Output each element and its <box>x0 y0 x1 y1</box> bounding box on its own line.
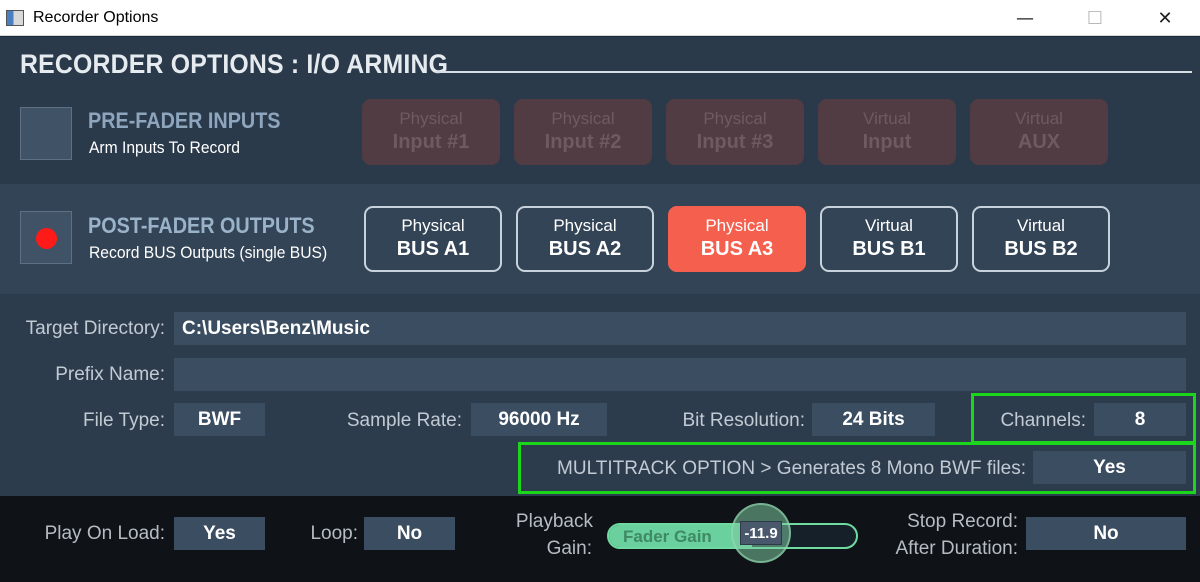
file-type-select[interactable]: BWF <box>174 403 265 436</box>
header-divider <box>436 71 1192 73</box>
button-type-label: Physical <box>401 216 465 235</box>
pre-fader-subtitle: Arm Inputs To Record <box>89 138 240 157</box>
input-physical-2-button[interactable]: Physical Input #2 <box>514 99 652 165</box>
loop-label: Loop: <box>310 523 358 544</box>
bus-a3-button[interactable]: Physical BUS A3 <box>668 206 806 272</box>
button-name-label: Input #2 <box>544 131 622 153</box>
maximize-button[interactable]: ☐ <box>1060 0 1130 36</box>
post-fader-arm-checkbox[interactable] <box>20 211 72 264</box>
stop-record-label-line1: Stop Record: <box>907 511 1018 532</box>
play-on-load-select[interactable]: Yes <box>174 517 265 550</box>
bus-a2-button[interactable]: Physical BUS A2 <box>516 206 654 272</box>
playback-gain-label-line1: Playback <box>515 511 593 532</box>
window-title: Recorder Options <box>33 8 159 26</box>
pre-fader-title: PRE-FADER INPUTS <box>88 108 281 133</box>
button-name-label: AUX <box>1017 131 1061 153</box>
bit-resolution-label: Bit Resolution: <box>682 410 805 431</box>
prefix-name-label: Prefix Name: <box>55 364 165 385</box>
bus-b1-button[interactable]: Virtual BUS B1 <box>820 206 958 272</box>
input-virtual-button[interactable]: Virtual Input <box>818 99 956 165</box>
input-physical-1-button[interactable]: Physical Input #1 <box>362 99 500 165</box>
app-icon <box>6 9 24 26</box>
button-name-label: Input <box>862 131 912 153</box>
button-type-label: Virtual <box>1015 109 1063 128</box>
fader-gain-text: Fader Gain <box>623 527 712 546</box>
button-type-label: Physical <box>399 109 463 128</box>
prefix-name-input[interactable] <box>174 358 1186 391</box>
button-name-label: BUS A1 <box>396 238 470 260</box>
bus-b2-button[interactable]: Virtual BUS B2 <box>972 206 1110 272</box>
sample-rate-label: Sample Rate: <box>346 410 462 431</box>
post-fader-subtitle: Record BUS Outputs (single BUS) <box>89 243 328 262</box>
fader-gain-knob[interactable]: -11.9 <box>731 503 791 563</box>
button-type-label: Physical <box>703 109 767 128</box>
button-name-label: BUS B2 <box>1004 238 1078 260</box>
channels-select[interactable]: 8 <box>1094 403 1186 436</box>
sample-rate-select[interactable]: 96000 Hz <box>471 403 607 436</box>
post-fader-title: POST-FADER OUTPUTS <box>88 213 315 238</box>
multitrack-option-select[interactable]: Yes <box>1033 451 1186 484</box>
button-name-label: BUS A3 <box>700 238 774 260</box>
button-name-label: Input #3 <box>696 131 774 153</box>
bit-resolution-select[interactable]: 24 Bits <box>812 403 935 436</box>
button-type-label: Physical <box>553 216 617 235</box>
play-on-load-label: Play On Load: <box>44 523 165 544</box>
pre-fader-arm-checkbox[interactable] <box>20 107 72 160</box>
button-type-label: Virtual <box>1017 216 1065 235</box>
input-physical-3-button[interactable]: Physical Input #3 <box>666 99 804 165</box>
file-type-label: File Type: <box>82 410 165 431</box>
record-armed-icon <box>36 228 57 249</box>
title-bar: Recorder Options — ☐ ✕ <box>0 0 1200 36</box>
button-name-label: Input #1 <box>392 131 470 153</box>
loop-select[interactable]: No <box>364 517 455 550</box>
button-type-label: Physical <box>551 109 615 128</box>
button-type-label: Virtual <box>865 216 913 235</box>
window-controls: — ☐ ✕ <box>990 0 1200 36</box>
button-name-label: BUS B1 <box>852 238 926 260</box>
button-name-label: BUS A2 <box>548 238 622 260</box>
playback-gain-label-line2: Gain: <box>546 538 592 559</box>
minimize-button[interactable]: — <box>990 0 1060 36</box>
bus-a1-button[interactable]: Physical BUS A1 <box>364 206 502 272</box>
target-directory-input[interactable]: C:\Users\Benz\Music <box>174 312 1186 345</box>
button-type-label: Physical <box>705 216 769 235</box>
input-virtual-aux-button[interactable]: Virtual AUX <box>970 99 1108 165</box>
button-type-label: Virtual <box>863 109 911 128</box>
multitrack-option-label: MULTITRACK OPTION > Generates 8 Mono BWF… <box>557 458 1026 479</box>
page-title: RECORDER OPTIONS : I/O ARMING <box>20 49 449 79</box>
target-directory-label: Target Directory: <box>25 318 165 339</box>
stop-record-duration-select[interactable]: No <box>1026 517 1186 550</box>
channels-label: Channels: <box>1000 410 1086 431</box>
close-button[interactable]: ✕ <box>1130 0 1200 36</box>
stop-record-label-line2: After Duration: <box>895 538 1019 559</box>
fader-gain-value: -11.9 <box>740 521 782 545</box>
